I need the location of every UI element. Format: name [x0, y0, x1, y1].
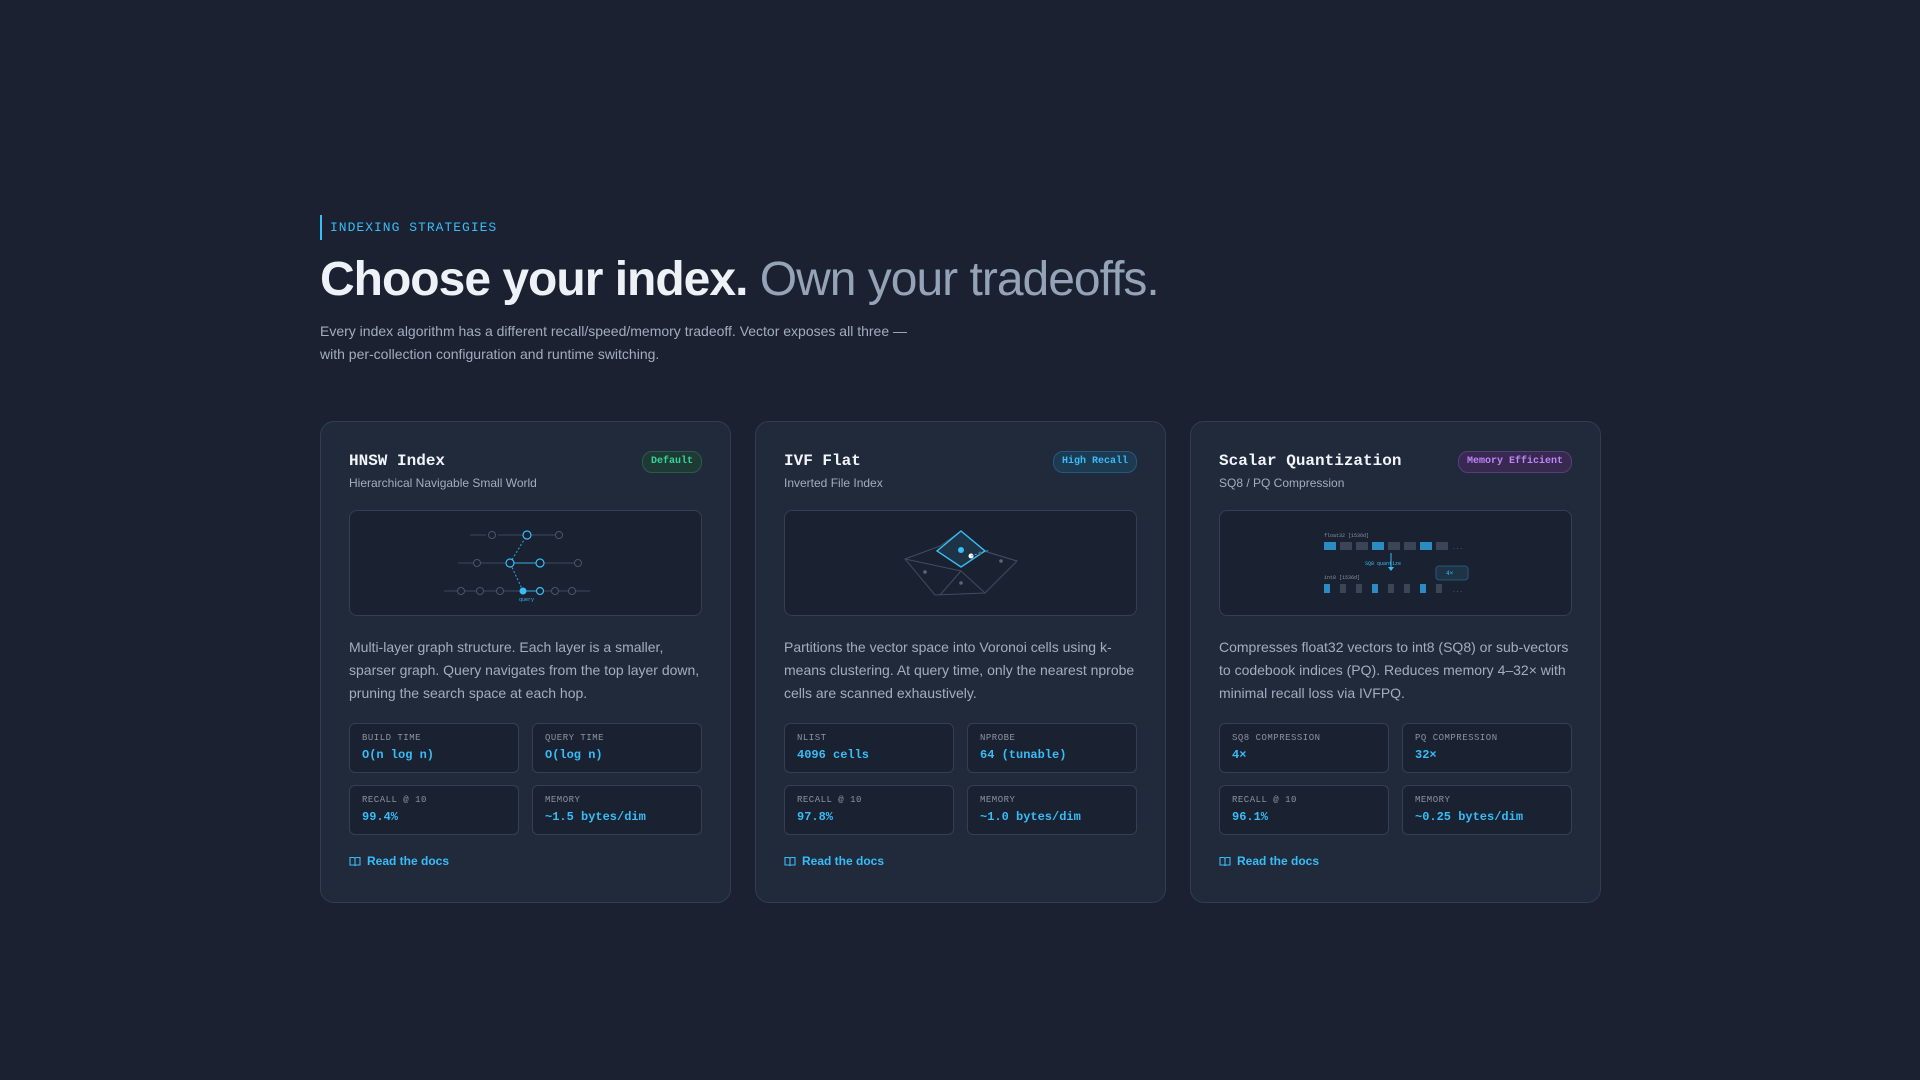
card-header: HNSW Index Default	[349, 450, 702, 473]
stat-value: 4096 cells	[797, 748, 870, 762]
stat-query-time: QUERY TIME O(log n)	[532, 723, 702, 773]
card-description: Multi-layer graph structure. Each layer …	[349, 639, 700, 701]
ivf-voronoi-diagram	[784, 510, 1137, 616]
stat-memory: MEMORY ~0.25 bytes/dim	[1402, 785, 1572, 835]
stat-nlist: NLIST 4096 cells	[784, 723, 954, 773]
stat-value: ~0.25 bytes/dim	[1415, 810, 1524, 824]
stat-memory: MEMORY ~1.0 bytes/dim	[967, 785, 1137, 835]
section-headline: Choose your index. Own your tradeoffs.	[320, 252, 1600, 308]
float32-ellipsis: ...	[1452, 544, 1463, 551]
read-docs-label: Read the docs	[1237, 854, 1320, 868]
stat-value: 97.8%	[797, 810, 834, 824]
stat-label: PQ COMPRESSION	[1415, 733, 1498, 743]
stat-label: SQ8 COMPRESSION	[1232, 733, 1321, 743]
card-stats: BUILD TIME O(n log n) QUERY TIME O(log n…	[349, 723, 702, 835]
stat-recall: RECALL @ 10 99.4%	[349, 785, 519, 835]
card-title: HNSW Index	[349, 452, 446, 470]
card-hnsw: HNSW Index Default Hierarchical Navigabl…	[320, 421, 731, 903]
card-subtitle: SQ8 / PQ Compression	[1219, 476, 1345, 490]
stat-value: 4×	[1232, 748, 1247, 762]
card-scalar-quantization: Scalar Quantization Memory Efficient SQ8…	[1190, 421, 1601, 903]
read-docs-link[interactable]: Read the docs	[1219, 854, 1319, 868]
stat-value: 96.1%	[1232, 810, 1269, 824]
int8-label: int8 [1536d]	[1324, 575, 1360, 581]
card-title: Scalar Quantization	[1219, 452, 1402, 470]
stat-value: ~1.5 bytes/dim	[545, 810, 646, 824]
card-title: IVF Flat	[784, 452, 861, 470]
stat-memory: MEMORY ~1.5 bytes/dim	[532, 785, 702, 835]
stat-label: NLIST	[797, 733, 827, 743]
badge-default: Default	[641, 451, 702, 473]
stat-label: NPROBE	[980, 733, 1016, 743]
stat-label: RECALL @ 10	[797, 795, 862, 805]
hnsw-graph-svg: query	[444, 530, 590, 603]
stat-value: O(n log n)	[362, 748, 435, 762]
compression-ratio-label: 4×	[1446, 570, 1454, 577]
card-stats: NLIST 4096 cells NPROBE 64 (tunable) REC…	[784, 723, 1137, 835]
int8-ellipsis: ...	[1452, 587, 1463, 594]
stat-nprobe: NPROBE 64 (tunable)	[967, 723, 1137, 773]
stat-label: MEMORY	[1415, 795, 1451, 805]
read-docs-label: Read the docs	[367, 854, 450, 868]
card-description: Compresses float32 vectors to int8 (SQ8)…	[1219, 639, 1569, 701]
book-icon	[1219, 856, 1231, 866]
card-subtitle: Inverted File Index	[784, 476, 883, 490]
hnsw-graph-diagram: query	[349, 510, 702, 616]
headline-strong: Choose your index.	[320, 253, 748, 306]
stat-value: 64 (tunable)	[980, 748, 1067, 762]
stat-value: ~1.0 bytes/dim	[980, 810, 1081, 824]
read-docs-link[interactable]: Read the docs	[784, 854, 884, 868]
stat-label: BUILD TIME	[362, 733, 422, 743]
card-header: Scalar Quantization Memory Efficient	[1219, 450, 1572, 473]
section-lede: Every index algorithm has a different re…	[320, 323, 908, 362]
badge-memory-efficient: Memory Efficient	[1457, 451, 1572, 473]
stat-recall: RECALL @ 10 97.8%	[784, 785, 954, 835]
book-icon	[784, 856, 796, 866]
card-header: IVF Flat High Recall	[784, 450, 1137, 473]
index-cards: HNSW Index Default Hierarchical Navigabl…	[320, 421, 1601, 903]
card-subtitle: Hierarchical Navigable Small World	[349, 476, 537, 490]
badge-high-recall: High Recall	[1052, 451, 1137, 473]
hnsw-query-label: query	[519, 597, 534, 603]
card-stats: SQ8 COMPRESSION 4× PQ COMPRESSION 32× RE…	[1219, 723, 1572, 835]
card-description: Partitions the vector space into Voronoi…	[784, 639, 1135, 701]
stat-label: MEMORY	[980, 795, 1016, 805]
stat-label: RECALL @ 10	[362, 795, 427, 805]
ivf-voronoi-svg	[904, 530, 1018, 596]
read-docs-label: Read the docs	[802, 854, 885, 868]
stat-value: 32×	[1415, 748, 1437, 762]
stat-value: 99.4%	[362, 810, 399, 824]
stat-build-time: BUILD TIME O(n log n)	[349, 723, 519, 773]
headline-soft: Own your tradeoffs.	[759, 253, 1160, 306]
sq8-quantize-label: SQ8 quantize	[1365, 561, 1401, 567]
stat-recall: RECALL @ 10 96.1%	[1219, 785, 1389, 835]
stat-sq8-compression: SQ8 COMPRESSION 4×	[1219, 723, 1389, 773]
section-eyebrow: INDEXING STRATEGIES	[320, 215, 497, 240]
stat-pq-compression: PQ COMPRESSION 32×	[1402, 723, 1572, 773]
quantization-svg: float32 [1536d] ... SQ8 quantize 4× int8…	[1324, 533, 1469, 594]
float32-label: float32 [1536d]	[1324, 533, 1369, 539]
read-docs-link[interactable]: Read the docs	[349, 854, 449, 868]
book-icon	[349, 856, 361, 866]
stat-label: MEMORY	[545, 795, 581, 805]
quantization-diagram: float32 [1536d] ... SQ8 quantize 4× int8…	[1219, 510, 1572, 616]
stat-label: RECALL @ 10	[1232, 795, 1297, 805]
card-ivf-flat: IVF Flat High Recall Inverted File Index	[755, 421, 1166, 903]
indexing-section: INDEXING STRATEGIES Choose your index. O…	[320, 215, 1601, 903]
stat-label: QUERY TIME	[545, 733, 605, 743]
stat-value: O(log n)	[545, 748, 603, 762]
